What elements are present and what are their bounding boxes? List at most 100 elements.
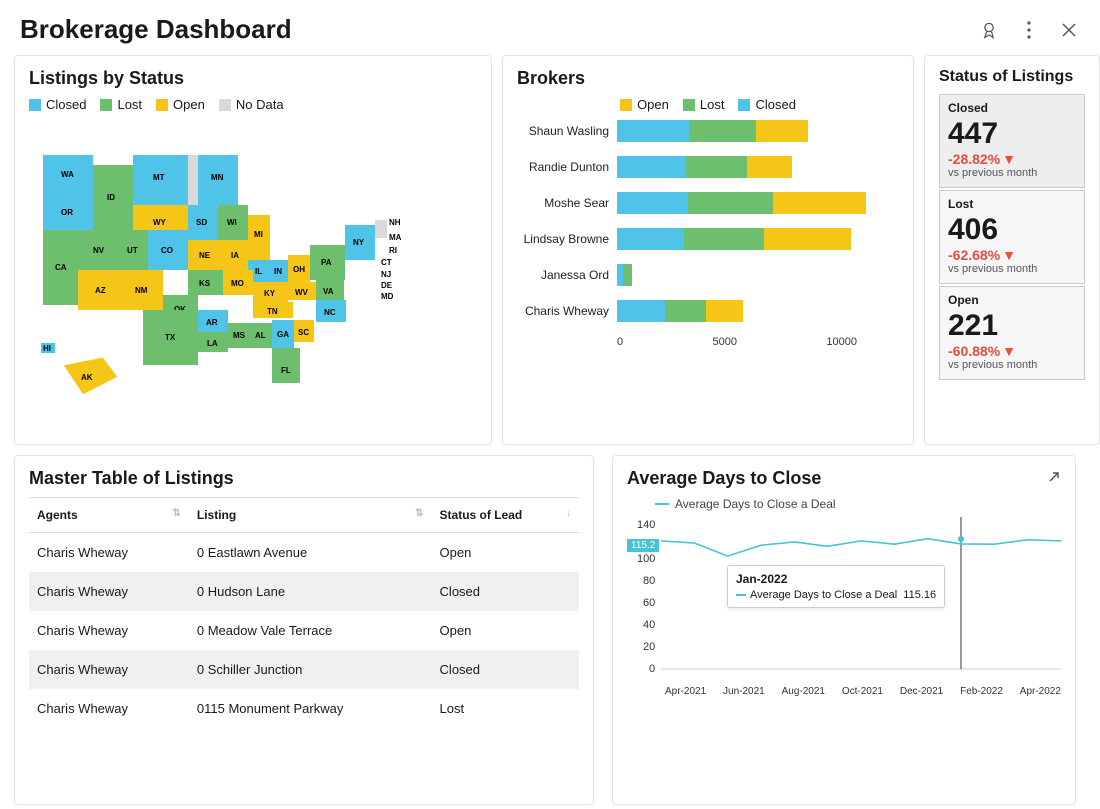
bar-segment[interactable]: [706, 300, 743, 322]
table-row[interactable]: Charis Wheway0 Meadow Vale TerraceOpen: [29, 611, 579, 650]
legend-open[interactable]: Open: [156, 97, 205, 112]
sort-icon[interactable]: ⇅: [415, 508, 423, 519]
table-row[interactable]: Charis Wheway0 Schiller JunctionClosed: [29, 650, 579, 689]
bar-segment[interactable]: [684, 228, 764, 250]
legend-open[interactable]: Open: [620, 97, 669, 112]
svg-text:PA: PA: [321, 258, 332, 267]
avg-days-close-card: Average Days to Close Average Days to Cl…: [612, 455, 1076, 805]
table-cell: 0115 Monument Parkway: [189, 689, 432, 728]
kpi-delta: -60.88%▼: [948, 343, 1076, 359]
bar-segment[interactable]: [623, 264, 632, 286]
line-chart[interactable]: 115.2 140 100 80 60 40 20 0 Jan-2022 Ave…: [627, 517, 1061, 757]
bar-segment[interactable]: [617, 300, 665, 322]
bar-label: Lindsay Browne: [517, 232, 617, 246]
bar-segment[interactable]: [688, 192, 773, 214]
bar-row[interactable]: Lindsay Browne: [517, 228, 899, 250]
svg-text:TX: TX: [165, 333, 176, 342]
bar-row[interactable]: Janessa Ord: [517, 264, 899, 286]
more-icon[interactable]: [1018, 19, 1040, 41]
svg-text:IL: IL: [255, 267, 262, 276]
table-cell: 0 Hudson Lane: [189, 572, 432, 611]
kpi-box[interactable]: Open221-60.88%▼vs previous month: [939, 286, 1085, 380]
table-cell: Closed: [432, 650, 579, 689]
svg-text:AL: AL: [255, 331, 266, 340]
line-legend[interactable]: Average Days to Close a Deal: [655, 497, 1061, 511]
table-cell: Charis Wheway: [29, 533, 189, 573]
map-legend: Closed Lost Open No Data: [29, 97, 477, 112]
bar-row[interactable]: Shaun Wasling: [517, 120, 899, 142]
bar-segment[interactable]: [617, 192, 688, 214]
kpi-box[interactable]: Lost406-62.68%▼vs previous month: [939, 190, 1085, 284]
svg-text:NH: NH: [389, 218, 401, 227]
svg-text:TN: TN: [267, 307, 278, 316]
legend-closed[interactable]: Closed: [29, 97, 86, 112]
legend-lost[interactable]: Lost: [100, 97, 142, 112]
table-cell: Closed: [432, 572, 579, 611]
table-cell: Charis Wheway: [29, 650, 189, 689]
svg-text:SC: SC: [298, 328, 309, 337]
svg-text:IA: IA: [231, 251, 239, 260]
col-agents[interactable]: Agents⇅: [29, 498, 189, 533]
expand-icon[interactable]: [1047, 470, 1061, 489]
table-row[interactable]: Charis Wheway0 Hudson LaneClosed: [29, 572, 579, 611]
brokers-bar-chart[interactable]: Shaun Wasling Randie Dunton Moshe Sear Lind…: [517, 120, 899, 440]
bar-segment[interactable]: [756, 120, 808, 142]
svg-text:CA: CA: [55, 263, 67, 272]
bar-row[interactable]: Charis Wheway: [517, 300, 899, 322]
svg-text:AK: AK: [81, 373, 93, 382]
bar-label: Charis Wheway: [517, 304, 617, 318]
table-cell: Charis Wheway: [29, 611, 189, 650]
svg-text:NY: NY: [353, 238, 365, 247]
x-axis-labels: Apr-2021Jun-2021Aug-2021Oct-2021Dec-2021…: [665, 686, 1061, 697]
svg-text:CT: CT: [381, 258, 392, 267]
award-icon[interactable]: [978, 19, 1000, 41]
svg-text:CO: CO: [161, 246, 173, 255]
kpi-label: Lost: [948, 197, 1076, 211]
legend-nodata[interactable]: No Data: [219, 97, 284, 112]
col-status[interactable]: Status of Lead↓: [432, 498, 579, 533]
table-row[interactable]: Charis Wheway0115 Monument ParkwayLost: [29, 689, 579, 728]
bar-segment[interactable]: [773, 192, 866, 214]
svg-text:AZ: AZ: [95, 286, 106, 295]
close-icon[interactable]: [1058, 19, 1080, 41]
bar-row[interactable]: Moshe Sear: [517, 192, 899, 214]
bar-segment[interactable]: [764, 228, 851, 250]
svg-text:NJ: NJ: [381, 270, 391, 279]
table-cell: 0 Eastlawn Avenue: [189, 533, 432, 573]
card-title: Average Days to Close: [627, 468, 1061, 489]
svg-text:WA: WA: [61, 170, 74, 179]
sort-icon[interactable]: ⇅: [172, 508, 180, 519]
kpi-sub: vs previous month: [948, 167, 1076, 179]
kpi-value: 447: [948, 117, 1076, 151]
listings-table: Agents⇅ Listing⇅ Status of Lead↓ Charis …: [29, 497, 579, 728]
bar-segment[interactable]: [689, 120, 756, 142]
svg-text:RI: RI: [389, 246, 397, 255]
svg-text:UT: UT: [127, 246, 138, 255]
bar-segment[interactable]: [665, 300, 706, 322]
bar-segment[interactable]: [617, 156, 686, 178]
us-map[interactable]: WA OR ID MT MN WY SD WI CA NV UT CO NE I…: [29, 120, 477, 420]
kpi-box[interactable]: Closed447-28.82%▼vs previous month: [939, 94, 1085, 188]
bar-segment[interactable]: [617, 120, 689, 142]
sort-icon[interactable]: ↓: [566, 508, 571, 519]
card-title: Status of Listings: [939, 68, 1085, 86]
card-title: Brokers: [517, 68, 899, 89]
table-row[interactable]: Charis Wheway0 Eastlawn AvenueOpen: [29, 533, 579, 573]
kpi-sub: vs previous month: [948, 359, 1076, 371]
bar-label: Shaun Wasling: [517, 124, 617, 138]
table-cell: Charis Wheway: [29, 572, 189, 611]
svg-text:VA: VA: [323, 287, 334, 296]
svg-text:GA: GA: [277, 330, 289, 339]
legend-lost[interactable]: Lost: [683, 97, 725, 112]
bar-label: Janessa Ord: [517, 268, 617, 282]
card-title: Master Table of Listings: [29, 468, 579, 489]
col-listing[interactable]: Listing⇅: [189, 498, 432, 533]
chart-tooltip: Jan-2022 Average Days to Close a Deal 11…: [727, 565, 945, 608]
legend-closed[interactable]: Closed: [738, 97, 795, 112]
bar-row[interactable]: Randie Dunton: [517, 156, 899, 178]
bar-segment[interactable]: [617, 228, 684, 250]
svg-text:IN: IN: [274, 267, 282, 276]
bar-segment[interactable]: [747, 156, 792, 178]
bar-segment[interactable]: [686, 156, 747, 178]
table-cell: 0 Schiller Junction: [189, 650, 432, 689]
